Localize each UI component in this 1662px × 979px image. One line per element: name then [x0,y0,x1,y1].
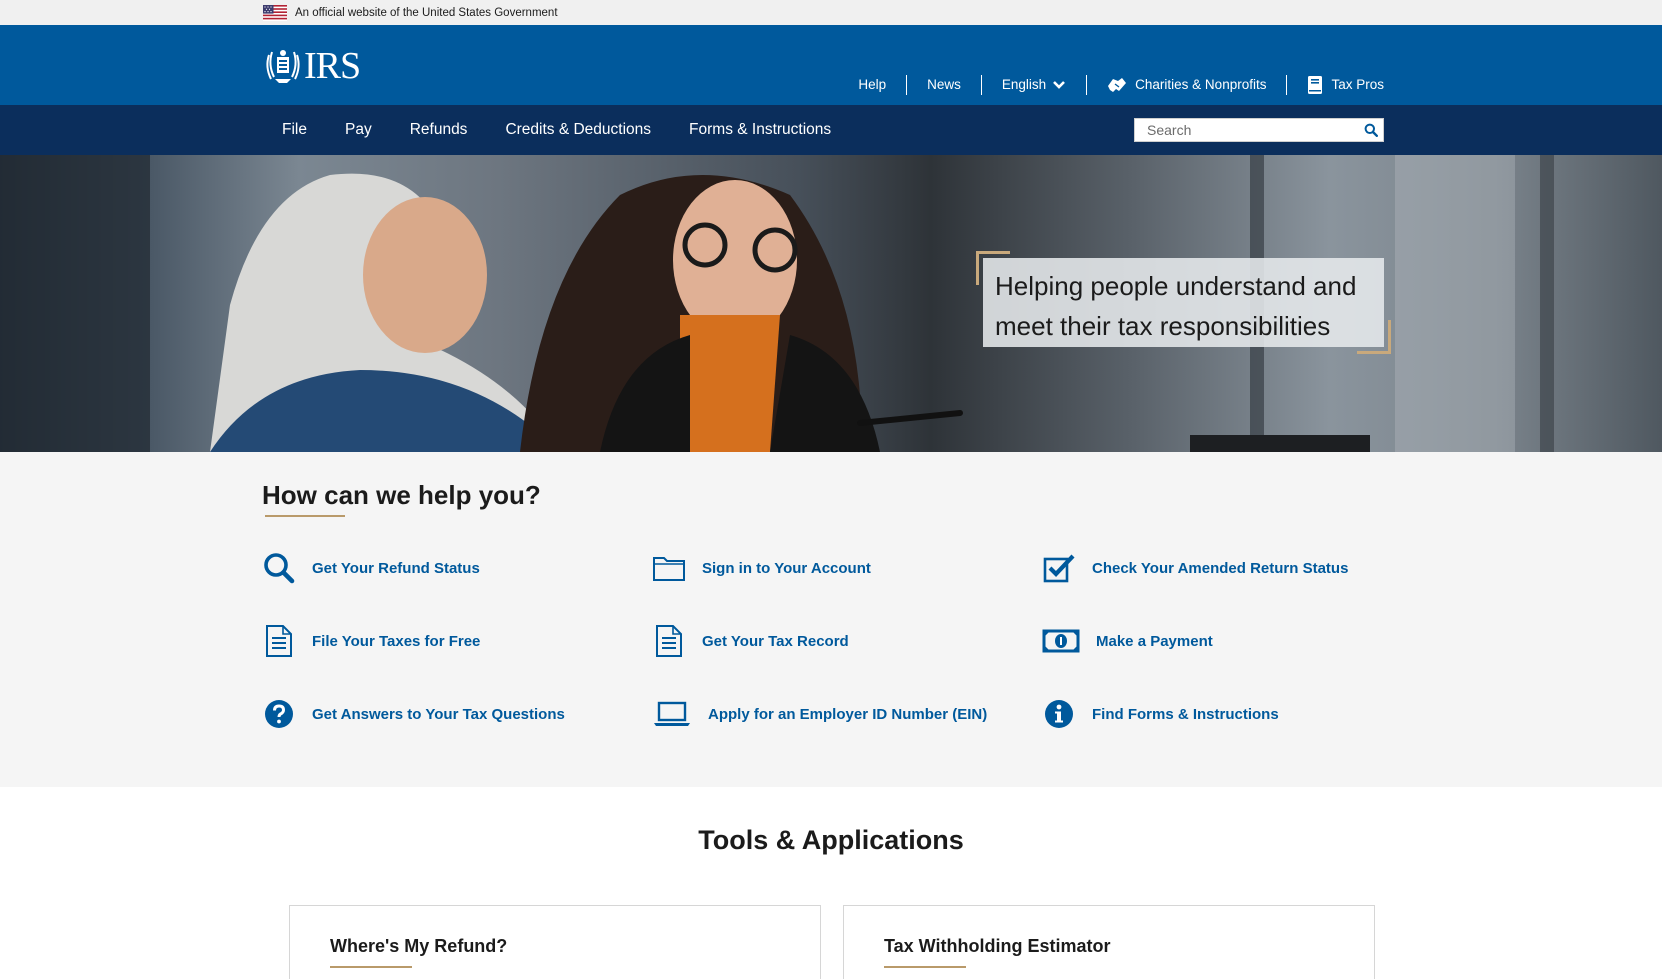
document-icon [652,624,686,658]
help-link-tax-record[interactable]: Get Your Tax Record [652,623,1042,659]
help-link-label: Get Answers to Your Tax Questions [312,705,565,723]
help-link-amended-return[interactable]: Check Your Amended Return Status [1042,550,1392,586]
util-link-help[interactable]: Help [838,75,906,95]
callout-corner-bottom-right [1357,320,1391,354]
help-link-make-payment[interactable]: Make a Payment [1042,623,1392,659]
tool-card-underline [884,966,966,968]
help-link-label: Get Your Refund Status [312,559,480,577]
help-link-label: Make a Payment [1096,632,1213,650]
book-icon [1308,76,1323,94]
question-icon [262,697,296,731]
language-selector[interactable]: English [980,75,1086,95]
search-icon [262,551,296,585]
help-link-label: Apply for an Employer ID Number (EIN) [708,705,988,723]
irs-logo[interactable]: IRS [263,45,361,87]
nav-file[interactable]: File [263,121,326,139]
search-button[interactable] [1359,119,1383,141]
help-link-forms-instructions[interactable]: Find Forms & Instructions [1042,696,1392,732]
utility-nav: Help News English Charities & Nonprofits [838,75,1384,95]
help-link-tax-questions[interactable]: Get Answers to Your Tax Questions [262,696,652,732]
eagle-emblem-icon [266,50,300,83]
tool-card-title: Tax Withholding Estimator [884,936,1111,956]
nav-refunds[interactable]: Refunds [391,121,487,139]
util-link-label: English [1001,77,1047,92]
info-icon [1042,697,1076,731]
util-link-label: Charities & Nonprofits [1135,77,1267,92]
help-link-label: Find Forms & Instructions [1092,705,1279,723]
nav-pay[interactable]: Pay [326,121,391,139]
logo-text: IRS [304,45,361,87]
tool-card-underline [330,966,412,968]
util-link-label: Help [858,77,887,92]
handshake-icon [1108,78,1127,92]
search-icon [1364,123,1378,137]
chevron-down-icon [1053,81,1066,89]
laptop-icon [652,697,692,731]
tool-card-withholding-estimator[interactable]: Tax Withholding Estimator [843,905,1375,979]
folder-icon [652,551,686,585]
gov-banner-text: An official website of the United States… [295,6,558,19]
help-link-label: File Your Taxes for Free [312,632,481,650]
search-box [1134,118,1384,142]
util-link-label: News [927,77,961,92]
title-underline [265,515,345,517]
gov-banner: An official website of the United States… [0,0,1662,25]
help-link-apply-ein[interactable]: Apply for an Employer ID Number (EIN) [652,696,1042,732]
util-link-news[interactable]: News [906,75,981,95]
us-flag-icon [263,4,287,21]
help-links-grid: Get Your Refund Status Sign in to Your A… [262,550,1392,769]
hero-photo [0,155,1554,452]
tool-card-title: Where's My Refund? [330,936,508,956]
hero-tagline: Helping people understand and meet their… [995,271,1357,341]
help-link-file-free[interactable]: File Your Taxes for Free [262,623,652,659]
util-link-charities[interactable]: Charities & Nonprofits [1086,75,1286,95]
help-link-refund-status[interactable]: Get Your Refund Status [262,550,652,586]
money-icon [1042,624,1080,658]
tool-card-wheres-my-refund[interactable]: Where's My Refund? [289,905,821,979]
main-nav: File Pay Refunds Credits & Deductions Fo… [0,105,1662,155]
help-link-label: Get Your Tax Record [702,632,849,650]
hero-banner: Helping people understand and meet their… [0,155,1662,452]
util-link-tax-pros[interactable]: Tax Pros [1286,75,1384,95]
document-icon [262,624,296,658]
help-section-title: How can we help you? [262,480,541,510]
site-header: IRS Help News English Charities & Nonpro… [0,25,1662,105]
nav-credits-deductions[interactable]: Credits & Deductions [486,121,670,139]
nav-forms-instructions[interactable]: Forms & Instructions [670,121,850,139]
tools-section-title: Tools & Applications [698,825,964,855]
help-link-label: Check Your Amended Return Status [1092,559,1349,577]
help-section: How can we help you? Get Your Refund Sta… [0,452,1662,787]
checkbox-icon [1042,551,1076,585]
help-link-label: Sign in to Your Account [702,559,871,577]
tools-section: Tools & Applications Where's My Refund? … [0,787,1662,979]
help-link-sign-in[interactable]: Sign in to Your Account [652,550,1042,586]
hero-callout: Helping people understand and meet their… [983,258,1384,347]
search-input[interactable] [1135,119,1359,141]
util-link-label: Tax Pros [1331,77,1384,92]
